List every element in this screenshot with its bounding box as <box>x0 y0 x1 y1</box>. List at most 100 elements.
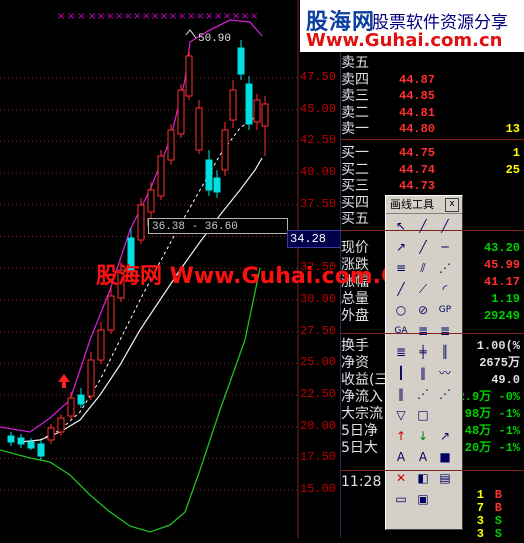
triangle-icon[interactable]: ▽ <box>391 406 411 425</box>
divider <box>340 333 524 334</box>
row-volume: 1.00(% <box>476 339 520 353</box>
blank-icon[interactable] <box>435 406 455 425</box>
ray-line-icon[interactable]: ╱ <box>435 217 455 236</box>
marker-x: × <box>178 11 186 22</box>
row-volume: 1 <box>512 146 520 160</box>
axis-tick-label: 22.50 <box>300 387 337 401</box>
list-icon[interactable]: ▤ <box>435 469 455 488</box>
cycle-lines-icon[interactable]: ║ <box>435 343 455 362</box>
text-outline-icon[interactable]: A <box>413 448 433 467</box>
line-segment-icon[interactable]: ╱ <box>413 217 433 236</box>
candle-down <box>245 83 253 125</box>
arc-icon[interactable]: ◜ <box>435 280 455 299</box>
ga-icon[interactable]: GA <box>391 322 411 341</box>
diag-arrow-icon[interactable]: ↗ <box>435 427 455 446</box>
row-value: 44.81 <box>399 105 436 120</box>
row-label: 卖一 <box>341 121 369 137</box>
speed-lines-icon[interactable]: ≣ <box>391 343 411 362</box>
marker-x: × <box>196 11 204 22</box>
text-icon[interactable]: A <box>391 448 411 467</box>
row-value: 44.80 <box>399 122 436 136</box>
row-value: 44.74 <box>399 162 436 177</box>
marker-x: × <box>124 11 132 22</box>
time-zone-icon[interactable]: ┃ <box>391 364 411 383</box>
row-value: 44.87 <box>399 72 436 87</box>
tick-flag: S <box>494 527 502 541</box>
gann-fan-icon[interactable]: ⋰ <box>413 385 433 404</box>
free-line-icon[interactable]: ╱ <box>413 238 433 257</box>
row-label: 买四 <box>341 194 369 211</box>
circle-icon[interactable]: ○ <box>391 301 411 320</box>
up-arrow-icon[interactable]: ↑ <box>391 427 411 446</box>
candle-down <box>37 443 45 457</box>
candle-down <box>237 47 245 75</box>
marker-x: × <box>97 11 105 22</box>
golden-fan-icon[interactable]: ⋰ <box>435 385 455 404</box>
gray-box-icon[interactable]: ■ <box>435 448 455 467</box>
row-volume: 43.20 <box>483 241 520 255</box>
marker-x: × <box>160 11 168 22</box>
axis-tick-label: 17.50 <box>300 450 337 465</box>
toolbox-tools: ↖ ╱ ╱ ↗ ╱ ─ ≡ ⫽ ⋰ ╱ ⟋ ◜ ○ ⊘ GP GA ≣ ≣ ≣ ╪ ║ ┃ ‖ 〰 ‖ ⋰ ⋰ ▽ □ ↑ ↓ ↗ A A ■ ✕ ◧… <box>390 216 460 510</box>
candle-down <box>27 441 35 449</box>
bid-row: 买三 44.73 <box>341 178 524 195</box>
rectangle-icon[interactable]: □ <box>413 406 433 425</box>
percent-lines-icon[interactable]: ≣ <box>435 322 455 341</box>
vertical-lines-icon[interactable]: ‖ <box>391 385 411 404</box>
ask-row: 卖二 44.81 <box>341 105 524 122</box>
drawing-toolbox[interactable]: 画线工具 x ↖ ╱ ╱ ↗ ╱ ─ ≡ ⫽ ⋰ ╱ ⟋ ◜ ○ ⊘ GP GA ≣ ≣ ≣ ╪ ║ ┃ ‖ 〰 ‖ ⋰ ⋰ ▽ □ ↑… <box>385 195 463 530</box>
down-arrow-icon[interactable]: ↓ <box>413 427 433 446</box>
fibonacci-icon[interactable]: ≣ <box>413 322 433 341</box>
row-label: 现价 <box>341 240 369 256</box>
row-label: 5日净 <box>341 423 378 439</box>
buy-arrow-icon <box>58 374 70 388</box>
ruler-icon[interactable]: ▭ <box>391 490 411 509</box>
axis-tick-label: 45.00 <box>300 101 337 116</box>
delete-icon[interactable]: ✕ <box>391 469 411 488</box>
close-icon[interactable]: x <box>445 198 459 212</box>
row-label: 收益(三 <box>341 372 389 388</box>
divider <box>340 470 524 471</box>
axis-tick-label: 27.50 <box>300 323 337 338</box>
row-label: 买二 <box>341 161 369 178</box>
marker-x: × <box>115 11 123 22</box>
row-label: 买五 <box>341 211 369 227</box>
gp-icon[interactable]: GP <box>435 301 455 320</box>
ask-row: 卖三 44.85 <box>341 88 524 105</box>
lower-band-line <box>0 267 261 533</box>
card-icon[interactable]: ▣ <box>413 490 433 509</box>
candle-up <box>157 155 165 197</box>
candle-up <box>167 129 175 161</box>
channel-icon[interactable]: ⫽ <box>413 259 433 278</box>
grid-lines-icon[interactable]: ╪ <box>413 343 433 362</box>
bar-lines-icon[interactable]: ‖ <box>413 364 433 383</box>
candle-down <box>205 159 213 191</box>
candle-down <box>77 394 85 405</box>
color-icon[interactable]: ◧ <box>413 469 433 488</box>
marker-x: × <box>77 11 85 22</box>
candle-up <box>185 55 193 97</box>
ask-row: 卖一 44.80 13 <box>341 121 524 138</box>
arrow-line-icon[interactable]: ↗ <box>391 238 411 257</box>
row-volume: 2675万 <box>479 356 520 370</box>
parallel-lines-icon[interactable]: ≡ <box>391 259 411 278</box>
row-label: 大宗流 <box>341 406 383 422</box>
row-volume: 2.9万 -0% <box>457 390 520 404</box>
axis-tick-label: 42.50 <box>300 133 337 148</box>
row-label: 净资 <box>341 355 369 371</box>
row-label: 买三 <box>341 178 369 194</box>
row-label: 卖二 <box>341 104 369 121</box>
wave-icon[interactable]: 〰 <box>435 364 455 383</box>
gann-line-icon[interactable]: ╱ <box>391 280 411 299</box>
row-label: 卖五 <box>341 55 369 71</box>
horizontal-line-icon[interactable]: ─ <box>435 238 455 257</box>
angle-line-icon[interactable]: ⟋ <box>413 280 433 299</box>
ellipse-icon[interactable]: ⊘ <box>413 301 433 320</box>
fan-lines-icon[interactable]: ⋰ <box>435 259 455 278</box>
ask-row: 卖五 <box>341 55 524 72</box>
marker-x: × <box>106 11 114 22</box>
row-volume: 41.17 <box>483 275 520 289</box>
row-volume: 98万 -1% <box>464 407 520 421</box>
cursor-icon[interactable]: ↖ <box>391 217 411 236</box>
candle-up <box>221 129 229 171</box>
